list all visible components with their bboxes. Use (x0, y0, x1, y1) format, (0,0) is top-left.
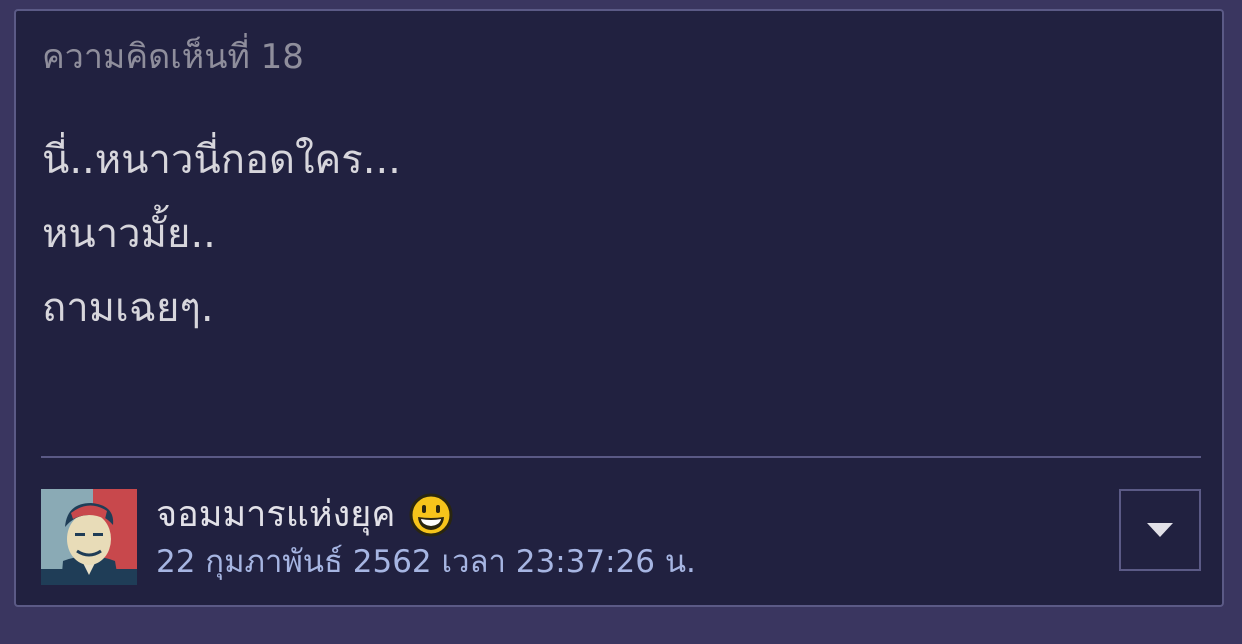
comment-body: นี่..หนาวนี่กอดใคร... หนาวมั้ย.. ถามเฉยๆ… (42, 123, 401, 345)
author-row: จอมมารแห่งยุค (156, 491, 453, 539)
comment-line: ถามเฉยๆ. (42, 285, 214, 331)
author-name[interactable]: จอมมารแห่งยุค (156, 493, 395, 537)
avatar[interactable] (41, 489, 137, 585)
divider (41, 456, 1201, 458)
post-timestamp: 22 กุมภาพันธ์ 2562 เวลา 23:37:26 น. (156, 544, 696, 580)
avatar-image (41, 489, 137, 585)
chevron-down-icon (1147, 523, 1173, 537)
comment-line: นี่..หนาวนี่กอดใคร... (42, 137, 401, 183)
comment-number: ความคิดเห็นที่ 18 (42, 37, 304, 77)
comment-card: ความคิดเห็นที่ 18 นี่..หนาวนี่กอดใคร... … (14, 9, 1224, 607)
comment-menu-button[interactable] (1119, 489, 1201, 571)
comment-line: หนาวมั้ย.. (42, 211, 216, 257)
grinning-face-icon (409, 493, 453, 537)
